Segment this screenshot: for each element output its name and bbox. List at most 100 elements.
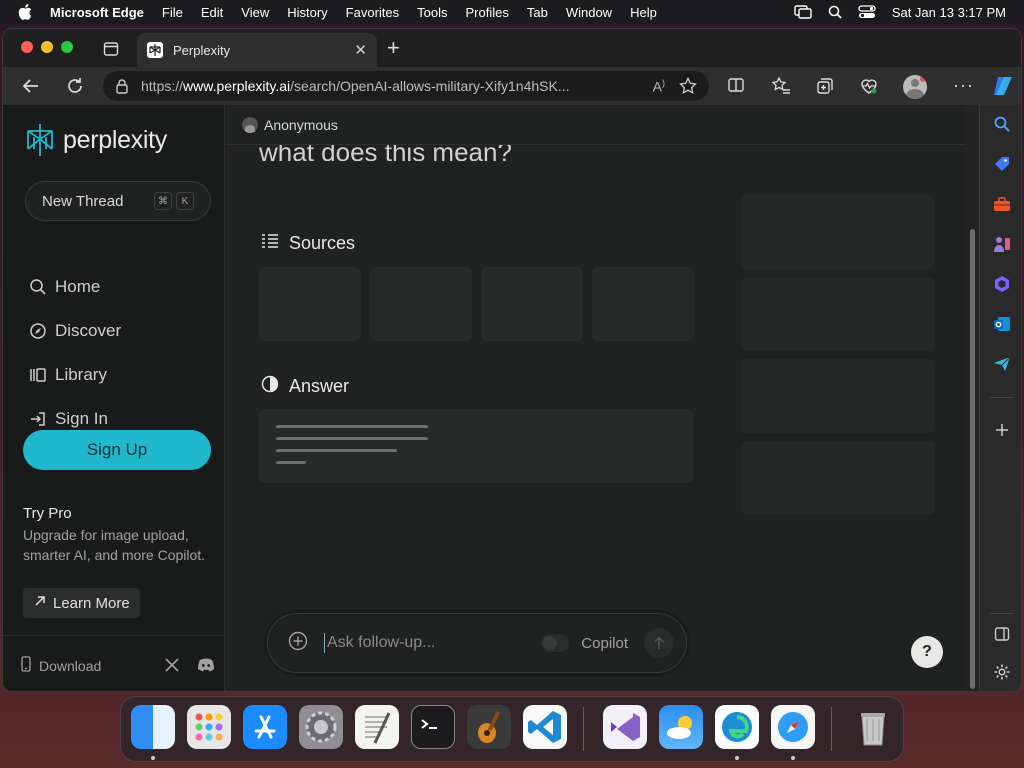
launchpad-icon[interactable]: [187, 705, 231, 749]
new-tab-icon[interactable]: +: [387, 37, 400, 59]
nav-home[interactable]: Home: [29, 275, 100, 299]
sources-heading-label: Sources: [289, 233, 356, 253]
skeleton-line: [276, 437, 428, 440]
help-button[interactable]: ?: [911, 636, 943, 668]
menu-favorites[interactable]: Favorites: [346, 5, 399, 20]
tools-icon[interactable]: [993, 195, 1011, 213]
menu-edit[interactable]: Edit: [201, 5, 223, 20]
browser-essentials-icon[interactable]: [859, 76, 879, 96]
menubar-clock[interactable]: Sat Jan 13 3:17 PM: [892, 5, 1006, 20]
menu-tools[interactable]: Tools: [417, 5, 447, 20]
url-field[interactable]: https://www.perplexity.ai/search/OpenAI-…: [103, 71, 709, 101]
source-card[interactable]: [370, 267, 472, 341]
x-twitter-icon[interactable]: [165, 658, 179, 672]
skeleton-line: [276, 461, 306, 464]
zoom-window-button[interactable]: [61, 41, 73, 53]
running-indicator: [791, 756, 795, 760]
nav-discover[interactable]: Discover: [29, 319, 121, 343]
nav-home-label: Home: [55, 277, 101, 296]
menu-window[interactable]: Window: [566, 5, 612, 20]
games-icon[interactable]: [993, 235, 1011, 253]
scrollbar-thumb[interactable]: [970, 229, 975, 689]
new-thread-button[interactable]: New Thread ⌘ K: [25, 181, 211, 221]
perplexity-page: perplexity New Thread ⌘ K Home Discover …: [3, 105, 965, 691]
menu-tab[interactable]: Tab: [527, 5, 548, 20]
vscode-icon[interactable]: [523, 705, 567, 749]
lock-icon[interactable]: [115, 78, 129, 94]
media-placeholder-card: [741, 359, 935, 433]
drop-send-icon[interactable]: [993, 355, 1011, 373]
app-store-icon[interactable]: [243, 705, 287, 749]
menu-app-name[interactable]: Microsoft Edge: [50, 5, 144, 20]
control-center-icon[interactable]: [858, 5, 876, 19]
trash-icon[interactable]: [851, 705, 895, 749]
settings-gear-icon[interactable]: [993, 663, 1011, 681]
download-link[interactable]: Download: [21, 656, 101, 675]
outlook-icon[interactable]: [993, 315, 1011, 333]
refresh-icon[interactable]: [65, 76, 85, 96]
back-icon[interactable]: [21, 76, 41, 96]
safari-icon[interactable]: [771, 705, 815, 749]
follow-up-input[interactable]: Ask follow-up...: [324, 633, 541, 653]
menu-profiles[interactable]: Profiles: [466, 5, 509, 20]
sign-up-button[interactable]: Sign Up: [23, 430, 211, 470]
search-icon[interactable]: [993, 115, 1011, 133]
more-options-icon[interactable]: ···: [953, 75, 974, 96]
learn-more-button[interactable]: Learn More: [23, 588, 140, 618]
system-settings-icon[interactable]: [299, 705, 343, 749]
read-aloud-icon[interactable]: A): [653, 78, 665, 95]
terminal-icon[interactable]: [411, 705, 455, 749]
source-card[interactable]: [481, 267, 583, 341]
hide-sidebar-icon[interactable]: [993, 625, 1011, 643]
screen-mirroring-icon[interactable]: [794, 5, 812, 19]
skeleton-line: [276, 449, 397, 452]
user-name: Anonymous: [264, 117, 338, 133]
copilot-toggle[interactable]: [541, 634, 570, 652]
try-pro-description: Upgrade for image upload, smarter AI, an…: [23, 527, 206, 563]
visual-studio-icon[interactable]: [603, 705, 647, 749]
command-key: ⌘: [154, 192, 172, 210]
add-icon[interactable]: [993, 421, 1011, 439]
spotlight-search-icon[interactable]: [828, 5, 842, 19]
shopping-tag-icon[interactable]: [993, 155, 1011, 173]
split-screen-icon[interactable]: [727, 76, 745, 94]
close-tab-icon[interactable]: ✕: [354, 41, 367, 59]
apple-logo-icon[interactable]: [18, 4, 32, 20]
k-key: K: [176, 192, 194, 210]
dock-separator: [831, 707, 832, 751]
logo-wordmark: perplexity: [63, 125, 167, 154]
macos-dock: [120, 696, 904, 762]
collections-icon[interactable]: [815, 76, 835, 96]
menu-help[interactable]: Help: [630, 5, 657, 20]
microsoft-365-icon[interactable]: [993, 275, 1011, 293]
close-window-button[interactable]: [21, 41, 33, 53]
favorites-icon[interactable]: [771, 76, 791, 96]
tab-perplexity[interactable]: Perplexity ✕: [137, 33, 377, 67]
nav-sign-in[interactable]: Sign In: [29, 407, 108, 431]
menu-history[interactable]: History: [287, 5, 327, 20]
copilot-icon[interactable]: [991, 74, 1015, 98]
profile-avatar[interactable]: [903, 75, 927, 99]
favorite-star-icon[interactable]: [679, 77, 697, 95]
submit-button[interactable]: [644, 628, 674, 658]
page-scrollbar[interactable]: [965, 105, 979, 691]
menubar-status-area: Sat Jan 13 3:17 PM: [794, 0, 1006, 24]
skeleton-line: [276, 425, 428, 428]
textedit-icon[interactable]: [355, 705, 399, 749]
perplexity-logo[interactable]: perplexity: [25, 123, 167, 157]
finder-icon[interactable]: [131, 705, 175, 749]
weather-icon[interactable]: [659, 705, 703, 749]
discord-icon[interactable]: [197, 658, 215, 672]
tab-actions-icon[interactable]: [103, 41, 119, 57]
nav-library[interactable]: Library: [29, 363, 107, 387]
menu-file[interactable]: File: [162, 5, 183, 20]
source-card[interactable]: [259, 267, 361, 341]
running-indicator: [151, 756, 155, 760]
microsoft-edge-icon[interactable]: [715, 705, 759, 749]
source-card[interactable]: [592, 267, 694, 341]
menu-view[interactable]: View: [241, 5, 269, 20]
minimize-window-button[interactable]: [41, 41, 53, 53]
add-attachment-icon[interactable]: [288, 631, 308, 656]
user-indicator[interactable]: Anonymous: [242, 117, 338, 133]
garageband-icon[interactable]: [467, 705, 511, 749]
